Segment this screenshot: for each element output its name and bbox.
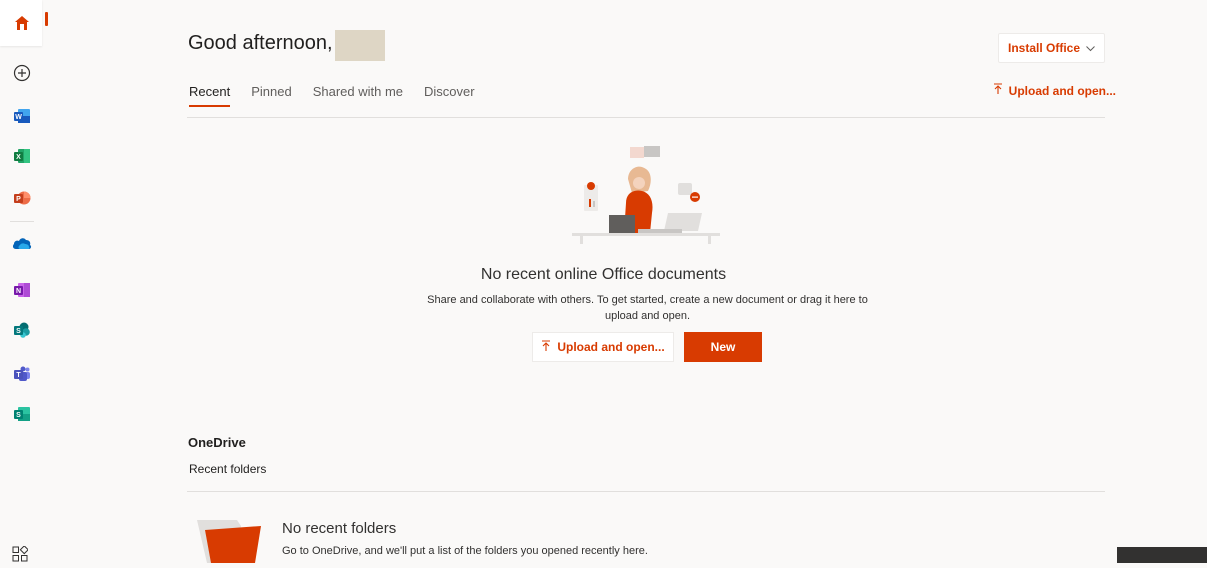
redacted-user-name [335,30,385,61]
upload-and-open-link[interactable]: Upload and open... [993,83,1116,98]
rail-divider [10,221,34,222]
powerpoint-icon[interactable]: P [12,188,32,208]
create-icon[interactable] [12,63,32,83]
sway-icon[interactable]: S [12,404,32,424]
recent-folders-heading: Recent folders [189,462,267,476]
svg-text:W: W [15,114,22,121]
install-office-button[interactable]: Install Office [998,33,1105,63]
svg-text:T: T [16,372,21,379]
no-recent-folders-description: Go to OneDrive, and we'll put a list of … [282,545,648,557]
onedrive-icon[interactable] [12,233,32,253]
word-icon[interactable]: W [12,106,32,126]
empty-state-illustration [568,143,724,248]
empty-state-title: No recent online Office documents [480,266,727,283]
tabs-divider [187,117,1105,118]
excel-icon[interactable]: X [12,146,32,166]
upload-icon [541,339,551,355]
onedrive-section-title: OneDrive [188,435,246,450]
empty-state-description: Share and collaborate with others. To ge… [427,294,868,322]
home-active-indicator [45,12,48,26]
all-apps-icon[interactable] [12,545,29,562]
chevron-down-icon [1086,41,1095,55]
upload-and-open-button[interactable]: Upload and open... [532,332,674,362]
home-button[interactable] [0,0,42,46]
feedback-button[interactable] [1117,547,1207,563]
svg-text:X: X [16,154,21,161]
svg-text:S: S [16,328,21,335]
install-office-label: Install Office [1007,41,1081,55]
greeting-title: Good afternoon, [188,32,333,54]
tab-discover[interactable]: Discover [424,84,475,108]
svg-text:P: P [16,196,21,203]
teams-icon[interactable]: T [12,364,32,384]
tab-shared-with-me[interactable]: Shared with me [313,84,403,108]
onedrive-divider [187,491,1105,492]
upload-icon [993,83,1003,98]
upload-and-open-label: Upload and open... [1008,83,1116,98]
tab-pinned[interactable]: Pinned [251,84,291,108]
svg-text:S: S [16,412,21,419]
doc-tabs: Recent Pinned Shared with me Discover [189,84,496,108]
no-recent-folders-title: No recent folders [282,520,397,537]
tab-recent[interactable]: Recent [189,84,231,108]
upload-and-open-button-label: Upload and open... [557,340,665,354]
new-document-button[interactable]: New [684,332,762,362]
folder-illustration [197,518,261,563]
home-icon [12,13,32,33]
sharepoint-icon[interactable]: S [12,320,32,340]
svg-text:N: N [16,288,21,295]
